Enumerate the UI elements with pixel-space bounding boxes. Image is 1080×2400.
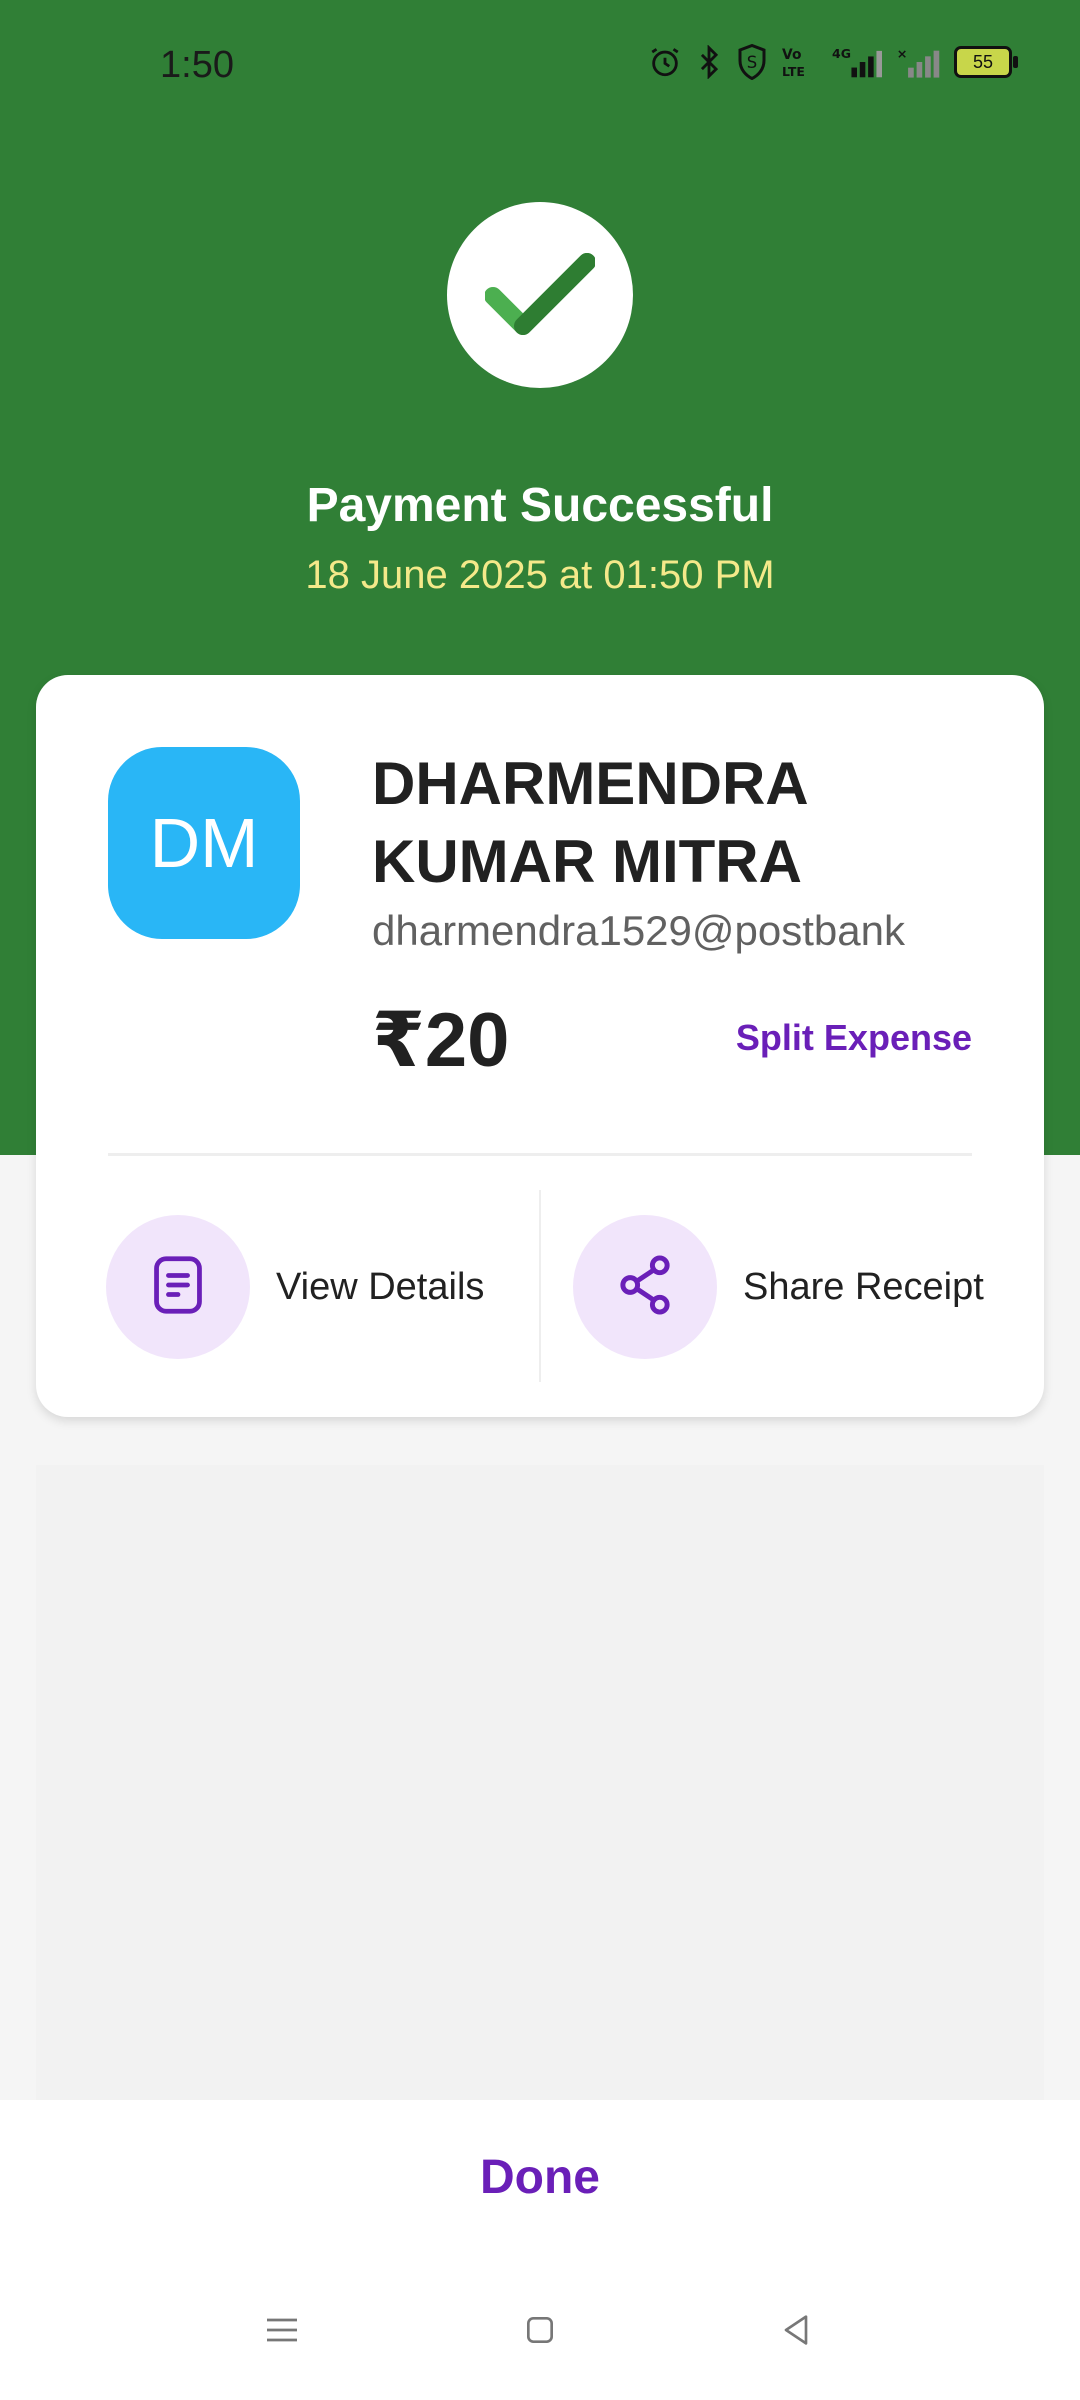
view-details-button[interactable]: View Details xyxy=(106,1215,484,1359)
bluetooth-icon xyxy=(696,45,722,79)
payment-amount: ₹20 xyxy=(372,998,510,1083)
content-placeholder xyxy=(36,1465,1044,2100)
status-icons: S Vo LTE 4G × 55 xyxy=(648,44,1018,80)
signal-4g-icon: 4G xyxy=(832,45,882,79)
back-icon[interactable] xyxy=(776,2310,816,2355)
menu-icon[interactable] xyxy=(262,2310,302,2355)
battery-level: 55 xyxy=(972,51,994,72)
share-receipt-icon-bg xyxy=(573,1215,717,1359)
alarm-icon xyxy=(648,45,682,79)
signal-no-sim-icon: × xyxy=(896,45,940,79)
shield-icon: S xyxy=(736,44,768,80)
success-badge xyxy=(447,202,633,388)
svg-text:LTE: LTE xyxy=(782,64,805,79)
done-button[interactable]: Done xyxy=(0,2150,1080,2205)
actions-divider xyxy=(539,1190,541,1382)
avatar: DM xyxy=(108,747,300,939)
view-details-icon-bg xyxy=(106,1215,250,1359)
svg-text:4G: 4G xyxy=(832,46,851,61)
share-receipt-label: Share Receipt xyxy=(743,1265,984,1308)
payment-timestamp: 18 June 2025 at 01:50 PM xyxy=(305,553,775,597)
check-icon xyxy=(484,248,596,343)
home-icon[interactable] xyxy=(520,2310,560,2355)
split-expense-button[interactable]: Split Expense xyxy=(736,1017,972,1059)
document-icon xyxy=(149,1254,207,1321)
svg-text:×: × xyxy=(897,47,908,62)
share-icon xyxy=(615,1253,675,1322)
payee-name: DHARMENDRA KUMAR MITRA xyxy=(372,750,807,895)
battery-icon: 55 xyxy=(954,46,1018,78)
system-nav-bar xyxy=(0,2290,1080,2370)
status-time: 1:50 xyxy=(160,44,234,86)
svg-text:Vo: Vo xyxy=(782,47,801,63)
volte-icon: Vo LTE xyxy=(782,45,818,79)
svg-text:S: S xyxy=(747,53,757,72)
status-bar: 1:50 S Vo LTE 4G × 55 xyxy=(0,0,1080,135)
payment-card: DM DHARMENDRA KUMAR MITRA dharmendra1529… xyxy=(36,675,1044,1417)
payee-upi-id: dharmendra1529@postbank xyxy=(372,907,905,954)
view-details-label: View Details xyxy=(276,1265,485,1308)
payment-status-title: Payment Successful xyxy=(306,479,774,532)
card-divider xyxy=(108,1153,972,1156)
share-receipt-button[interactable]: Share Receipt xyxy=(573,1215,984,1359)
avatar-initials: DM xyxy=(149,804,259,882)
